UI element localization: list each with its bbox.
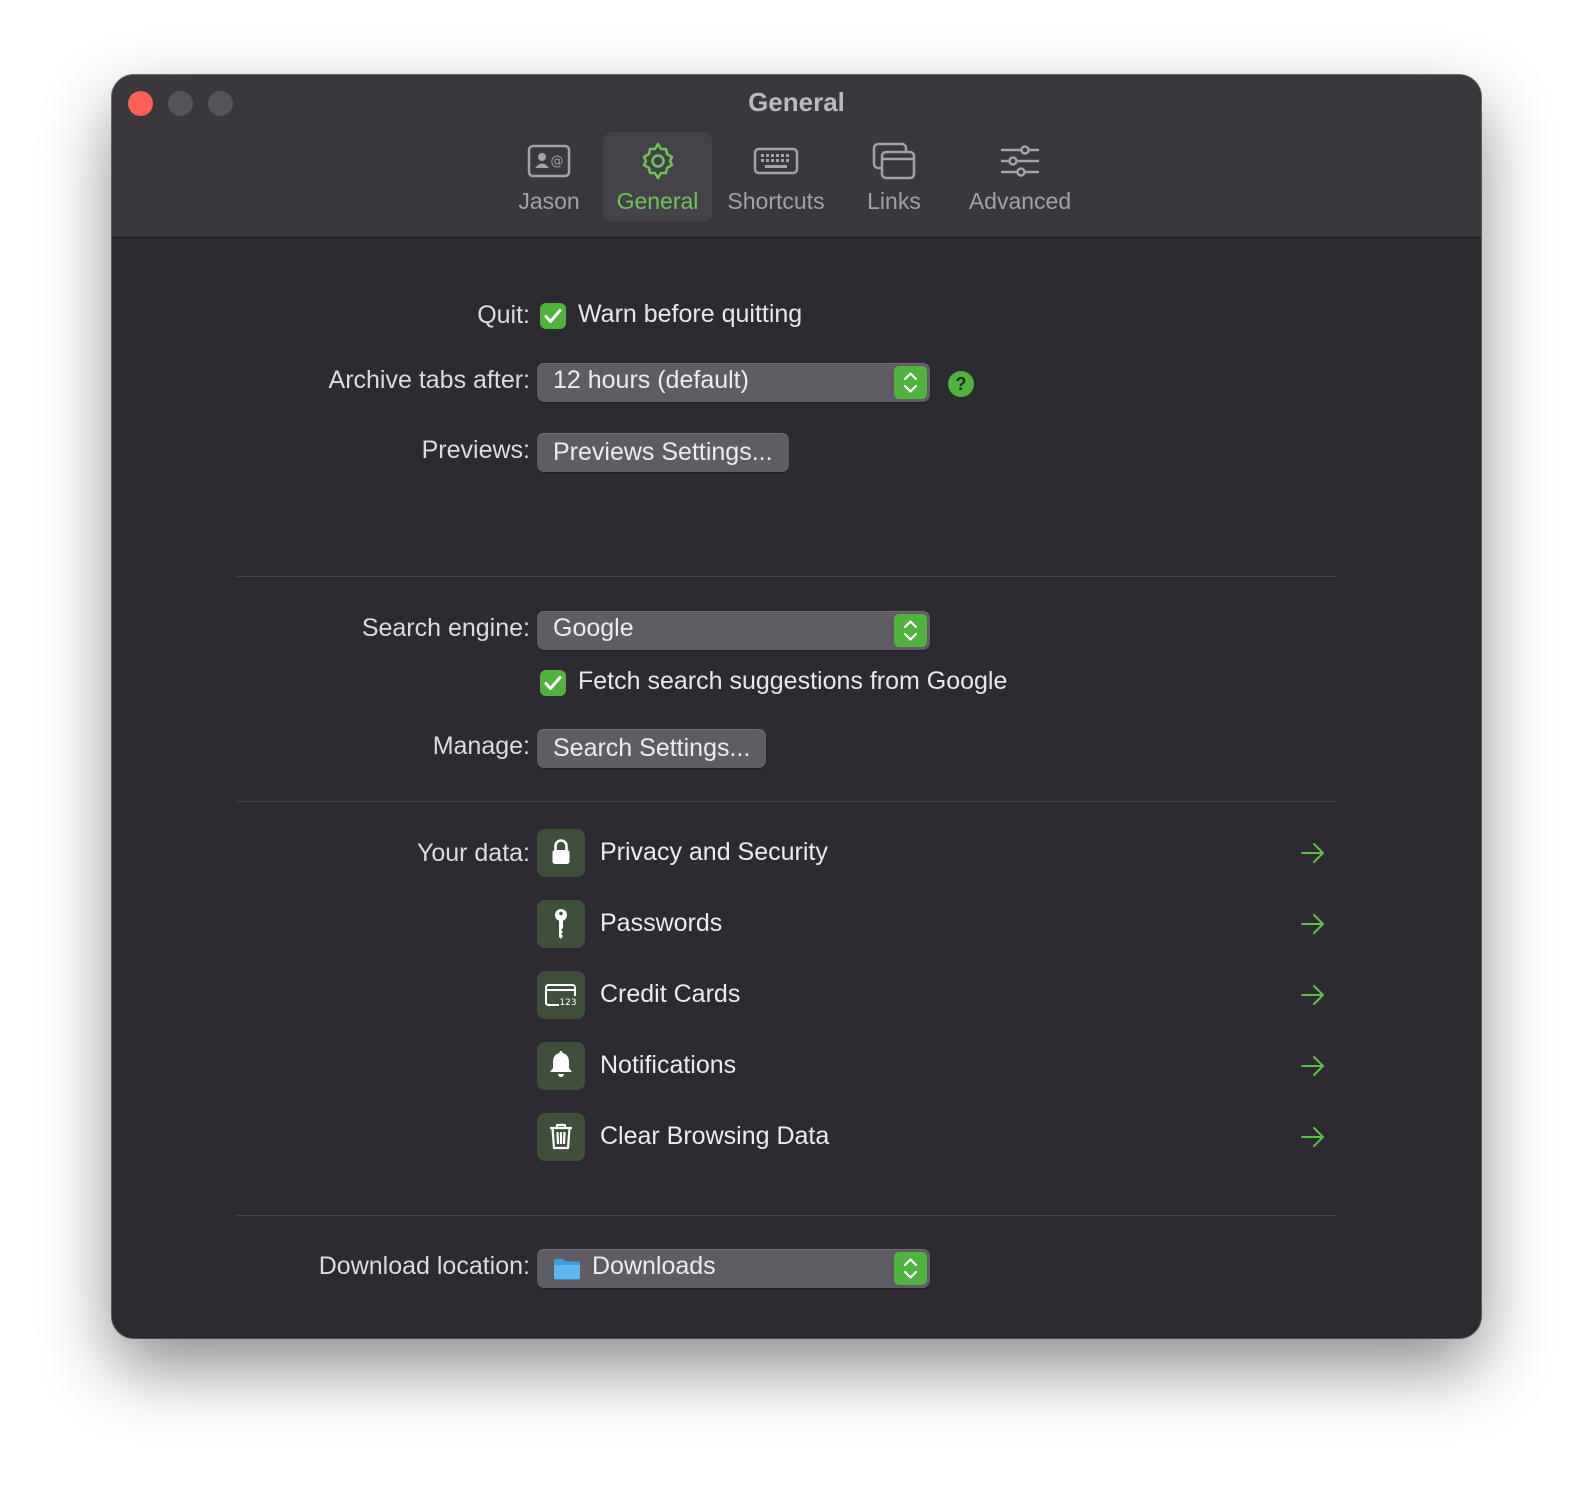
search-engine-select[interactable]: Google bbox=[537, 611, 930, 650]
data-row-clear-browsing-data[interactable]: Clear Browsing Data bbox=[537, 1113, 1327, 1161]
preferences-window: General @ Jason General Shortcuts Links … bbox=[112, 75, 1481, 1338]
quit-label: Quit: bbox=[477, 301, 530, 329]
warn-before-quitting-checkbox[interactable] bbox=[540, 303, 566, 329]
manage-label: Manage: bbox=[432, 732, 530, 760]
download-location-value: Downloads bbox=[592, 1252, 716, 1280]
sliders-icon bbox=[1001, 145, 1039, 177]
trash-icon bbox=[537, 1113, 585, 1161]
tab-jason[interactable]: @ Jason bbox=[505, 132, 593, 222]
tab-shortcuts[interactable]: Shortcuts bbox=[720, 132, 832, 222]
data-row-notifications[interactable]: Notifications bbox=[537, 1042, 1327, 1090]
svg-text:@: @ bbox=[551, 154, 564, 169]
checkmark-icon bbox=[544, 309, 562, 323]
download-location-label: Download location: bbox=[318, 1252, 530, 1280]
arrow-right-icon bbox=[1301, 914, 1324, 934]
search-engine-value: Google bbox=[553, 614, 634, 642]
checkmark-icon bbox=[544, 676, 562, 690]
tab-label: Shortcuts bbox=[727, 188, 825, 214]
popup-stepper-icon bbox=[894, 1252, 927, 1285]
archive-tabs-select[interactable]: 12 hours (default) bbox=[537, 363, 930, 402]
data-row-passwords[interactable]: Passwords bbox=[537, 900, 1327, 948]
download-location-select[interactable]: Downloads bbox=[537, 1249, 930, 1288]
search-settings-button[interactable]: Search Settings... bbox=[537, 729, 767, 768]
fetch-suggestions-label: Fetch search suggestions from Google bbox=[578, 667, 1008, 695]
data-row-credit-cards[interactable]: 123 Credit Cards bbox=[537, 971, 1327, 1019]
search-engine-label: Search engine: bbox=[361, 614, 530, 642]
divider bbox=[237, 1215, 1335, 1216]
bell-icon bbox=[537, 1042, 585, 1090]
credit-card-icon: 123 bbox=[537, 971, 585, 1019]
arrow-right-icon bbox=[1301, 985, 1324, 1005]
key-icon bbox=[537, 900, 585, 948]
toolbar: General @ Jason General Shortcuts Links … bbox=[112, 75, 1481, 238]
archive-tabs-value: 12 hours (default) bbox=[553, 366, 749, 394]
arrow-right-icon bbox=[1301, 1127, 1324, 1147]
gear-icon bbox=[642, 142, 673, 180]
previews-label: Previews: bbox=[421, 436, 530, 464]
fetch-suggestions-checkbox[interactable] bbox=[540, 670, 566, 696]
data-row-label: Clear Browsing Data bbox=[600, 1122, 830, 1150]
arrow-right-icon bbox=[1301, 843, 1324, 863]
data-row-label: Passwords bbox=[600, 909, 723, 937]
data-row-label: Credit Cards bbox=[600, 980, 741, 1008]
warn-before-quitting-label: Warn before quitting bbox=[578, 300, 803, 328]
arrow-right-icon bbox=[1301, 1056, 1324, 1076]
popup-stepper-icon bbox=[894, 366, 927, 399]
window-title: General bbox=[748, 87, 845, 117]
keyboard-icon bbox=[753, 147, 799, 175]
data-row-label: Notifications bbox=[600, 1051, 737, 1079]
contact-card-icon: @ bbox=[527, 144, 571, 178]
your-data-label: Your data: bbox=[416, 839, 530, 867]
divider bbox=[237, 801, 1335, 802]
folder-icon bbox=[554, 1259, 580, 1280]
windows-icon bbox=[872, 142, 916, 180]
archive-tabs-label: Archive tabs after: bbox=[328, 366, 530, 394]
svg-text:123: 123 bbox=[559, 998, 576, 1008]
divider bbox=[237, 576, 1335, 577]
tab-label: General bbox=[616, 188, 699, 214]
tab-advanced[interactable]: Advanced bbox=[958, 132, 1082, 222]
tab-label: Links bbox=[867, 188, 921, 214]
popup-stepper-icon bbox=[894, 614, 927, 647]
tab-label: Advanced bbox=[968, 188, 1072, 214]
data-row-label: Privacy and Security bbox=[600, 838, 828, 866]
lock-icon bbox=[537, 829, 585, 877]
tab-label: Jason bbox=[518, 188, 580, 214]
data-row-privacy-and-security[interactable]: Privacy and Security bbox=[537, 829, 1327, 877]
tab-links[interactable]: Links bbox=[855, 132, 933, 222]
previews-settings-button[interactable]: Previews Settings... bbox=[537, 433, 789, 472]
help-icon[interactable]: ? bbox=[948, 371, 974, 397]
tab-general[interactable]: General bbox=[603, 132, 712, 222]
